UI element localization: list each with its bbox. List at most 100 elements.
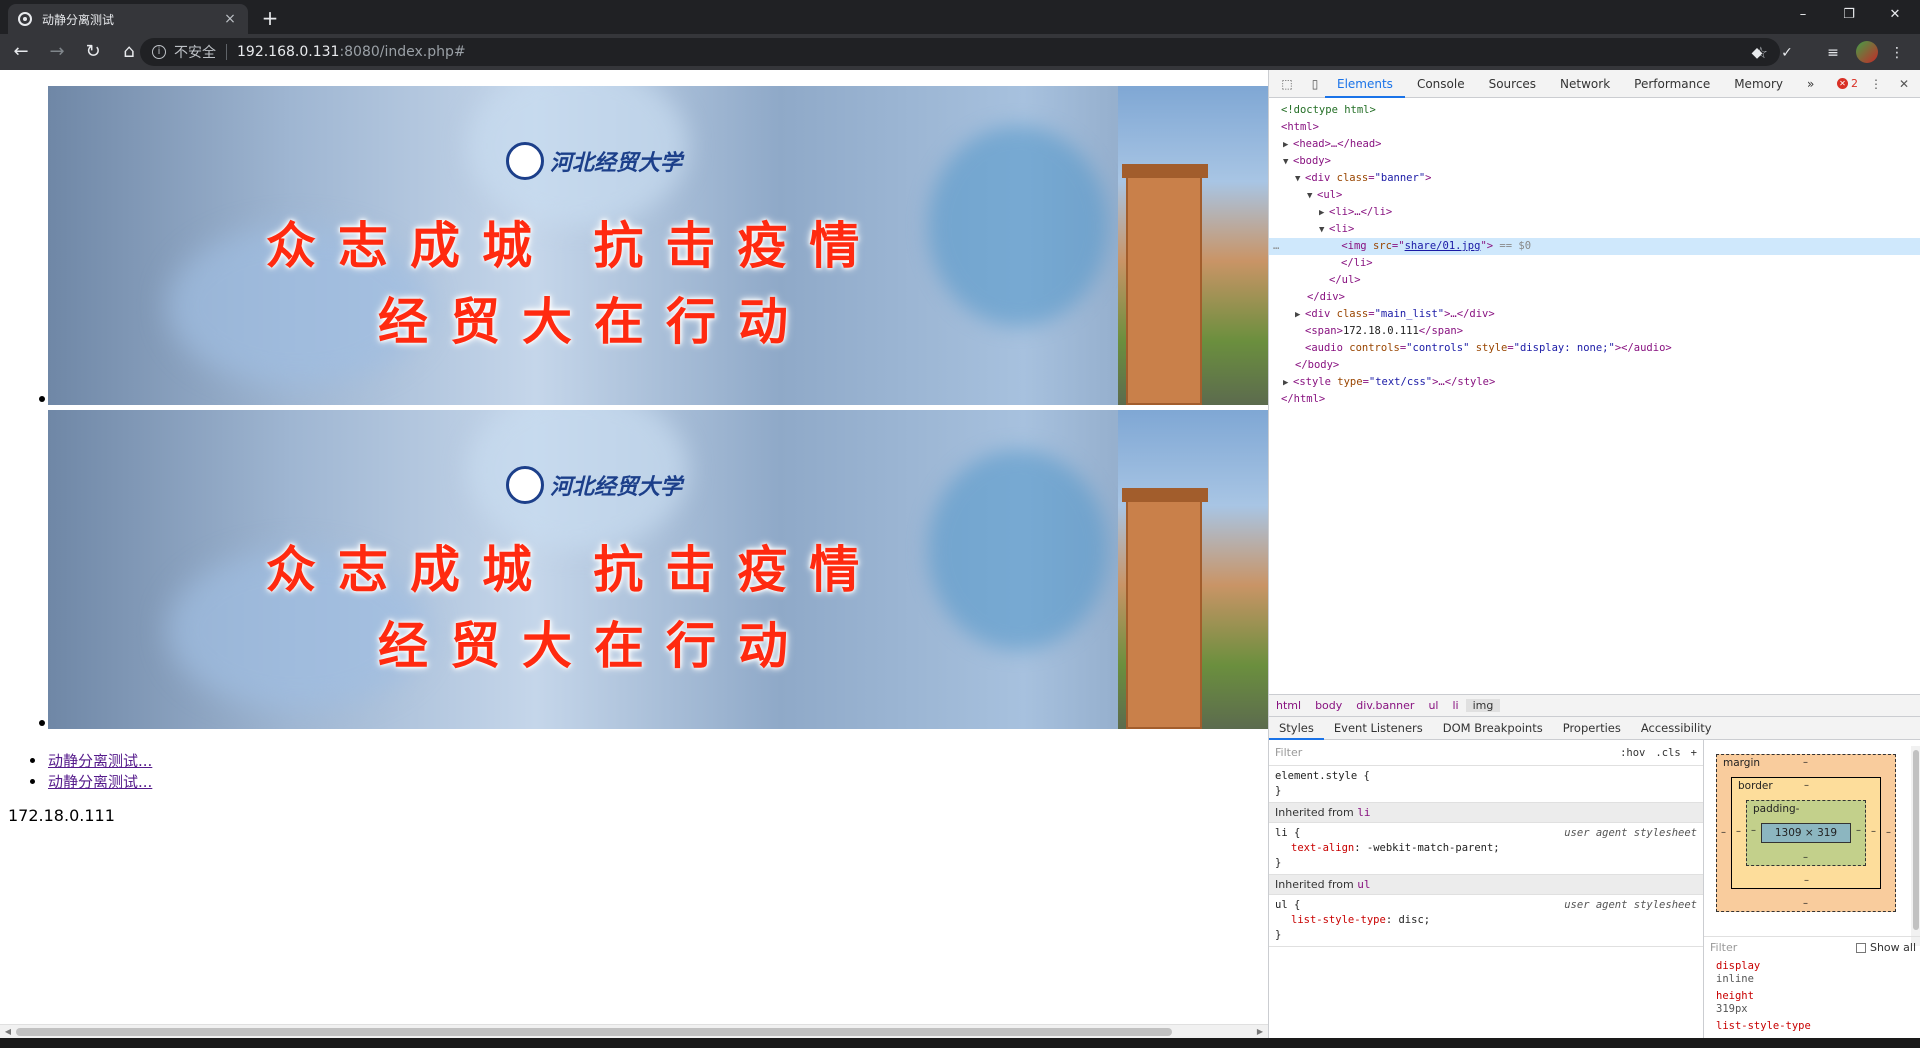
dom-node[interactable]: ▶ <head>…</head> <box>1269 136 1920 153</box>
settings-menu-icon[interactable]: ⋮ <box>1866 74 1886 94</box>
styles-filter-input[interactable]: Filter <box>1275 746 1610 759</box>
border-right-value[interactable]: – <box>1871 826 1876 837</box>
inherited-tag[interactable]: li <box>1357 806 1370 819</box>
horizontal-scrollbar[interactable]: ◀ ▶ <box>0 1024 1268 1038</box>
box-model-margin[interactable]: margin – – – – border – – – – padding- –… <box>1716 754 1896 912</box>
inherited-tag[interactable]: ul <box>1357 878 1370 891</box>
profile-avatar[interactable] <box>1856 41 1878 63</box>
collapse-arrow-icon[interactable]: ▼ <box>1307 188 1317 205</box>
breadcrumb-item[interactable]: ul <box>1421 699 1445 712</box>
banner-image[interactable]: 河北经贸大学 众志成城 抗击疫情 经贸大在行动 <box>48 410 1268 729</box>
border-top-value[interactable]: – <box>1804 780 1809 791</box>
scroll-right-icon[interactable]: ▶ <box>1254 1026 1266 1038</box>
breadcrumb-item-current[interactable]: img <box>1465 699 1501 712</box>
padding-left-value[interactable]: – <box>1751 825 1756 836</box>
margin-bottom-value[interactable]: – <box>1803 898 1808 909</box>
node-options-icon[interactable]: … <box>1273 240 1279 252</box>
tab-accessibility[interactable]: Accessibility <box>1631 716 1722 740</box>
padding-bottom-value[interactable]: – <box>1803 852 1808 863</box>
collapse-arrow-icon[interactable]: ▼ <box>1283 154 1293 171</box>
dom-node[interactable]: ▶ <div class="main_list">…</div> <box>1269 306 1920 323</box>
dom-node[interactable]: </ul> <box>1269 272 1920 289</box>
show-all-checkbox[interactable] <box>1855 942 1866 953</box>
minimize-button[interactable]: – <box>1780 0 1826 30</box>
error-counter[interactable]: ✕ 2 <box>1837 77 1858 90</box>
dom-node[interactable]: ▶ <style type="text/css">…</style> <box>1269 374 1920 391</box>
computed-filter-input[interactable]: Filter <box>1710 941 1737 954</box>
expand-arrow-icon[interactable]: ▶ <box>1295 307 1305 324</box>
dom-node[interactable]: </div> <box>1269 289 1920 306</box>
margin-top-value[interactable]: – <box>1803 757 1808 768</box>
collapse-arrow-icon[interactable]: ▼ <box>1295 171 1305 188</box>
margin-left-value[interactable]: – <box>1721 827 1726 838</box>
tab-close-button[interactable]: × <box>222 11 238 27</box>
test-link[interactable]: 动静分离测试... <box>48 773 152 791</box>
url-host[interactable]: 192.168.0.131 <box>237 44 339 60</box>
tab-console[interactable]: Console <box>1405 70 1477 98</box>
tab-event-listeners[interactable]: Event Listeners <box>1324 716 1433 740</box>
tab-sources[interactable]: Sources <box>1477 70 1548 98</box>
style-rule[interactable]: ul {user agent stylesheet list-style-typ… <box>1269 895 1703 947</box>
collapse-arrow-icon[interactable]: ▼ <box>1319 222 1329 239</box>
tab-dom-breakpoints[interactable]: DOM Breakpoints <box>1433 716 1553 740</box>
breadcrumb-item[interactable]: html <box>1269 699 1308 712</box>
url-path[interactable]: :8080/index.php# <box>339 44 465 60</box>
address-bar[interactable]: i 不安全 192.168.0.131:8080/index.php# ☆ <box>140 38 1780 66</box>
boxpane-scrollbar[interactable] <box>1911 746 1920 946</box>
dom-node[interactable]: ▼ <ul> <box>1269 187 1920 204</box>
info-icon[interactable]: i <box>152 45 166 59</box>
dom-node-selected[interactable]: … <img src="share/01.jpg"> == $0 <box>1269 238 1920 255</box>
menu-icon[interactable]: ⋮ <box>1886 42 1908 64</box>
back-icon[interactable]: ← <box>6 37 36 67</box>
test-link[interactable]: 动静分离测试... <box>48 752 152 770</box>
more-tabs-icon[interactable]: » <box>1795 70 1826 98</box>
box-model-content[interactable]: 1309 × 319 <box>1761 823 1851 843</box>
hover-state-toggle[interactable]: :hov <box>1620 747 1645 759</box>
inspect-element-icon[interactable]: ⬚ <box>1277 74 1297 94</box>
reload-icon[interactable]: ↻ <box>78 37 108 67</box>
scrollbar-thumb[interactable] <box>1913 750 1919 930</box>
close-devtools-icon[interactable]: ✕ <box>1894 74 1914 94</box>
dom-node[interactable]: ▼ <li> <box>1269 221 1920 238</box>
media-control-icon[interactable]: ≡ <box>1822 42 1844 64</box>
scroll-left-icon[interactable]: ◀ <box>2 1026 14 1038</box>
expand-arrow-icon[interactable]: ▶ <box>1283 375 1293 392</box>
dom-node[interactable]: <audio controls="controls" style="displa… <box>1269 340 1920 357</box>
computed-property[interactable]: list-style-type <box>1704 1018 1920 1035</box>
close-window-button[interactable]: ✕ <box>1872 0 1918 30</box>
add-rule-button[interactable]: + <box>1691 747 1697 759</box>
tab-properties[interactable]: Properties <box>1553 716 1631 740</box>
breadcrumb-item[interactable]: div.banner <box>1349 699 1421 712</box>
shield-extension-icon[interactable]: ◆ <box>1746 42 1768 64</box>
banner-image[interactable]: 河北经贸大学 众志成城 抗击疫情 经贸大在行动 <box>48 86 1268 405</box>
tab-elements[interactable]: Elements <box>1325 70 1405 98</box>
breadcrumb-item[interactable]: body <box>1308 699 1349 712</box>
breadcrumb-item[interactable]: li <box>1445 699 1465 712</box>
expand-arrow-icon[interactable]: ▶ <box>1319 205 1329 222</box>
computed-property[interactable]: height 319px <box>1704 988 1920 1018</box>
img-src-link[interactable]: share/01.jpg <box>1405 240 1481 252</box>
tab-memory[interactable]: Memory <box>1722 70 1795 98</box>
dom-node[interactable]: </body> <box>1269 357 1920 374</box>
dom-node[interactable]: ▶ <li>…</li> <box>1269 204 1920 221</box>
browser-tab[interactable]: 动静分离测试 × <box>8 4 248 34</box>
dom-node[interactable]: <span>172.18.0.111</span> <box>1269 323 1920 340</box>
device-toolbar-icon[interactable]: ▯ <box>1305 74 1325 94</box>
border-bottom-value[interactable]: – <box>1804 875 1809 886</box>
tab-network[interactable]: Network <box>1548 70 1622 98</box>
dom-node[interactable]: ▼ <body> <box>1269 153 1920 170</box>
dom-node[interactable]: </html> <box>1269 391 1920 408</box>
box-model-padding[interactable]: padding- – – – 1309 × 319 <box>1746 800 1866 866</box>
margin-right-value[interactable]: – <box>1886 827 1891 838</box>
forward-icon[interactable]: → <box>42 37 72 67</box>
dom-node[interactable]: <html> <box>1269 119 1920 136</box>
tab-styles[interactable]: Styles <box>1269 716 1324 740</box>
style-rule[interactable]: element.style { } <box>1269 766 1703 803</box>
dom-node[interactable]: ▼ <div class="banner"> <box>1269 170 1920 187</box>
computed-property[interactable]: display inline <box>1704 958 1920 988</box>
dom-node[interactable]: <!doctype html> <box>1269 102 1920 119</box>
maximize-button[interactable]: ❐ <box>1826 0 1872 30</box>
expand-arrow-icon[interactable]: ▶ <box>1283 137 1293 154</box>
style-rule[interactable]: li {user agent stylesheet text-align: -w… <box>1269 823 1703 875</box>
show-all-toggle[interactable]: Show all <box>1855 941 1916 954</box>
